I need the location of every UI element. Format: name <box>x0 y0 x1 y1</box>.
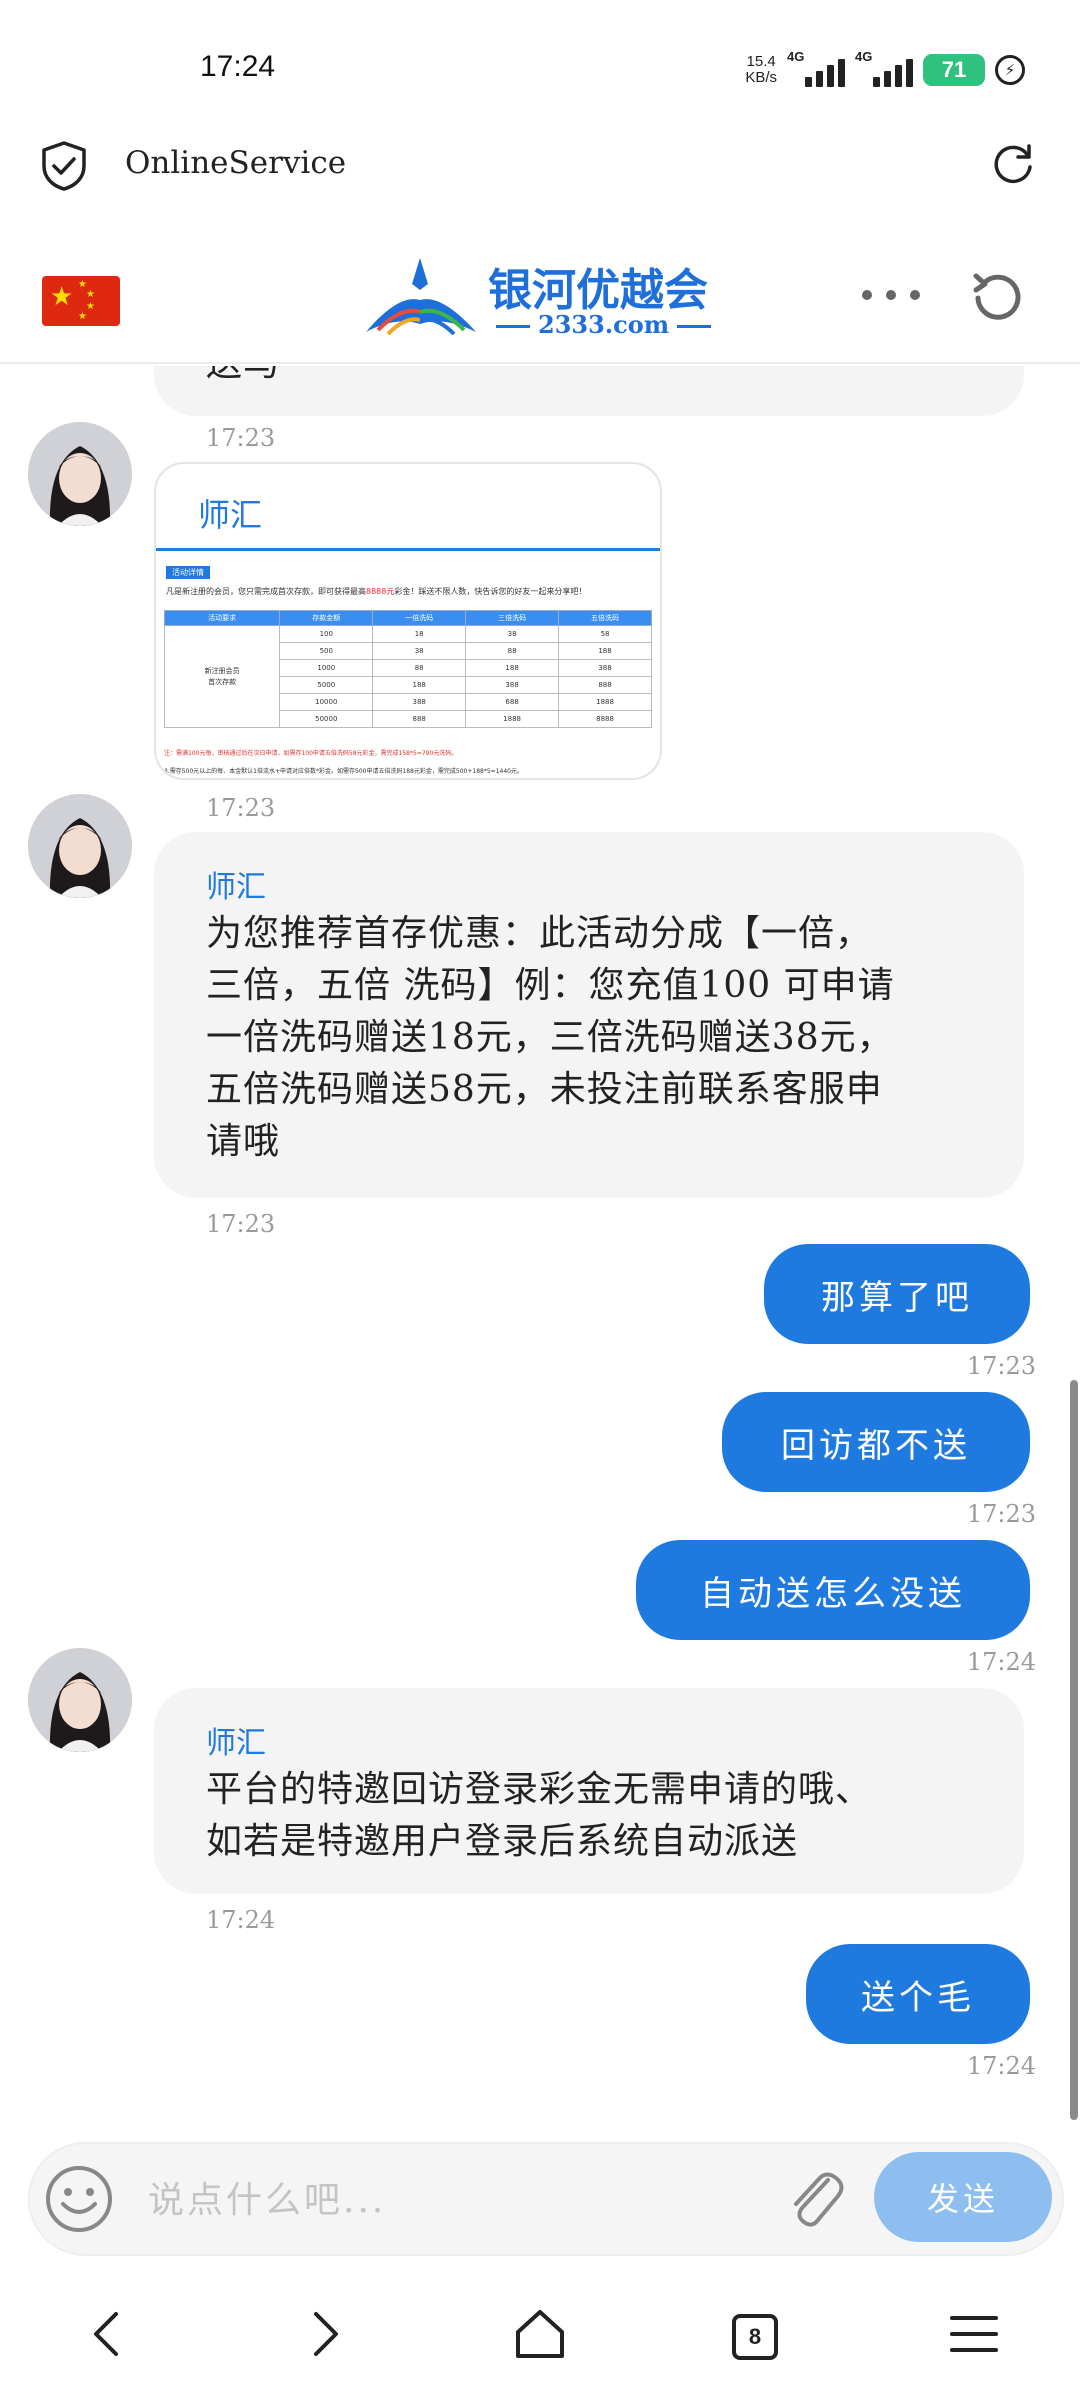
message-text: 为您推荐首存优惠：此活动分成【一倍， 三倍，五倍 洗码】例：您充值100 可申请… <box>206 913 895 1162</box>
table-cell: 500 <box>279 642 374 660</box>
table-group-cell: 新注册会员 首次存款 <box>163 625 281 728</box>
message-bubble: 师汇 平台的特邀回访登录彩金无需申请的哦、 如若是特邀用户登录后系统自动派送 <box>154 1688 1024 1894</box>
table-cell: 688 <box>465 693 560 711</box>
logo-text: 银河优越会 <box>488 265 708 316</box>
table-cell: 888 <box>558 676 652 694</box>
message-time: 17:23 <box>206 1210 276 1238</box>
message-time: 17:24 <box>966 1648 1036 1676</box>
chat-messages[interactable]: 送马 17:23 师汇 活动详情 凡是新注册的会员，您只需完成首次存款，即可获得… <box>0 366 1080 2136</box>
activity-banner: 活动详情 <box>166 566 210 579</box>
brand-logo: 银河优越会 2333.com <box>358 254 728 346</box>
table-cell: 38 <box>372 642 467 660</box>
forward-icon[interactable] <box>294 2304 354 2364</box>
message-sender: 师汇 <box>206 870 266 905</box>
avatar[interactable] <box>28 1648 132 1752</box>
chat-scrollbar[interactable] <box>1070 1380 1078 2120</box>
avatar[interactable] <box>28 422 132 526</box>
shield-check-icon[interactable] <box>40 140 88 192</box>
language-flag-icon[interactable]: ★ ★ ★ ★ ★ <box>42 276 120 326</box>
page-title: OnlineService <box>125 145 347 181</box>
status-icons: 15.4 KB/s 4G 4G 71 ⚡ <box>745 49 1025 90</box>
refresh-chat-icon[interactable] <box>968 268 1024 324</box>
avatar[interactable] <box>28 794 132 898</box>
outgoing-message-bubble: 送个毛 <box>806 1944 1030 2044</box>
signal-label: 4G <box>855 49 873 64</box>
message-time: 17:23 <box>966 1500 1036 1528</box>
table-cell: 5000 <box>279 676 374 694</box>
message-bubble: 送马 <box>154 366 1024 416</box>
logo-subtext: 2333.com <box>488 310 719 339</box>
signal-icon: 4G <box>787 49 845 87</box>
table-cell: 1888 <box>558 693 652 711</box>
image-card-sender: 师汇 <box>198 496 263 534</box>
promo-note-red: 注：需满100元每，审核通过后在次日申请，如需存100申请五倍洗码58元彩金，需… <box>164 750 458 757</box>
table-cell: 50000 <box>279 710 374 728</box>
battery-icon: 71 <box>923 54 985 86</box>
back-icon[interactable] <box>78 2304 138 2364</box>
charging-icon: ⚡ <box>995 55 1025 85</box>
message-time: 17:24 <box>206 1906 276 1934</box>
message-input[interactable] <box>148 2170 768 2230</box>
more-options-icon[interactable] <box>862 290 920 300</box>
table-cell: 100 <box>279 625 374 643</box>
table-cell: 88 <box>372 659 467 677</box>
table-cell: 388 <box>558 659 652 677</box>
activity-intro: 凡是新注册的会员，您只需完成首次存款，即可获得最高8888元彩金！踩送不限人数，… <box>166 587 587 596</box>
table-cell: 1000 <box>279 659 374 677</box>
table-header: 存款金额 <box>279 610 374 626</box>
message-bubble: 师汇 为您推荐首存优惠：此活动分成【一倍， 三倍，五倍 洗码】例：您充值100 … <box>154 832 1024 1198</box>
emoji-icon[interactable] <box>44 2164 114 2234</box>
promo-table: 活动要求 存款金额 一倍洗码 三倍洗码 五倍洗码 新注册会员 首次存款 100 1… <box>163 610 652 728</box>
tabs-button[interactable]: 8 <box>732 2314 778 2360</box>
message-text: 平台的特邀回访登录彩金无需申请的哦、 如若是特邀用户登录后系统自动派送 <box>206 1769 873 1862</box>
status-time: 17:24 <box>200 50 276 83</box>
table-cell: 388 <box>465 676 560 694</box>
message-time: 17:23 <box>206 794 276 822</box>
home-icon[interactable] <box>510 2304 570 2364</box>
message-time: 17:23 <box>966 1352 1036 1380</box>
logo-domain: 2333.com <box>538 310 670 339</box>
reload-icon[interactable] <box>988 140 1038 190</box>
outgoing-message-bubble: 回访都不送 <box>722 1392 1030 1492</box>
table-header: 活动要求 <box>163 610 281 626</box>
attachment-icon[interactable] <box>778 2158 848 2234</box>
table-cell: 8888 <box>558 710 652 728</box>
table-cell: 188 <box>465 659 560 677</box>
table-cell: 188 <box>372 676 467 694</box>
table-cell: 58 <box>558 625 652 643</box>
promo-image-card[interactable]: 师汇 活动详情 凡是新注册的会员，您只需完成首次存款，即可获得最高8888元彩金… <box>154 462 662 780</box>
menu-icon[interactable] <box>944 2304 1004 2364</box>
table-cell: 888 <box>372 710 467 728</box>
table-cell: 388 <box>372 693 467 711</box>
table-cell: 88 <box>465 642 560 660</box>
network-speed-value: 15.4 <box>746 53 776 70</box>
send-button[interactable]: 发送 <box>874 2152 1052 2242</box>
table-cell: 1888 <box>465 710 560 728</box>
network-speed: 15.4 KB/s <box>745 54 777 86</box>
outgoing-message-bubble: 那算了吧 <box>764 1244 1030 1344</box>
message-time: 17:24 <box>966 2052 1036 2080</box>
table-cell: 38 <box>465 625 560 643</box>
tabs-count: 8 <box>748 2324 762 2349</box>
signal-icon: 4G <box>855 49 913 87</box>
table-header: 一倍洗码 <box>372 610 467 626</box>
message-time: 17:23 <box>206 424 276 452</box>
promo-note: 3.需存500元以上的每、本金默认1倍流水+申请对应倍数*彩金。如需存500申请… <box>164 768 523 775</box>
network-speed-unit: KB/s <box>745 69 777 86</box>
signal-label: 4G <box>787 49 805 64</box>
table-cell: 188 <box>558 642 652 660</box>
table-cell: 18 <box>372 625 467 643</box>
table-header: 三倍洗码 <box>465 610 560 626</box>
message-text: 送马 <box>206 366 280 390</box>
outgoing-message-bubble: 自动送怎么没送 <box>636 1540 1030 1640</box>
message-sender: 师汇 <box>206 1726 266 1761</box>
table-header: 五倍洗码 <box>558 610 652 626</box>
logo-emblem-icon <box>366 258 476 336</box>
table-cell: 10000 <box>279 693 374 711</box>
status-bar: 17:24 15.4 KB/s 4G 4G 71 ⚡ <box>0 0 1080 140</box>
